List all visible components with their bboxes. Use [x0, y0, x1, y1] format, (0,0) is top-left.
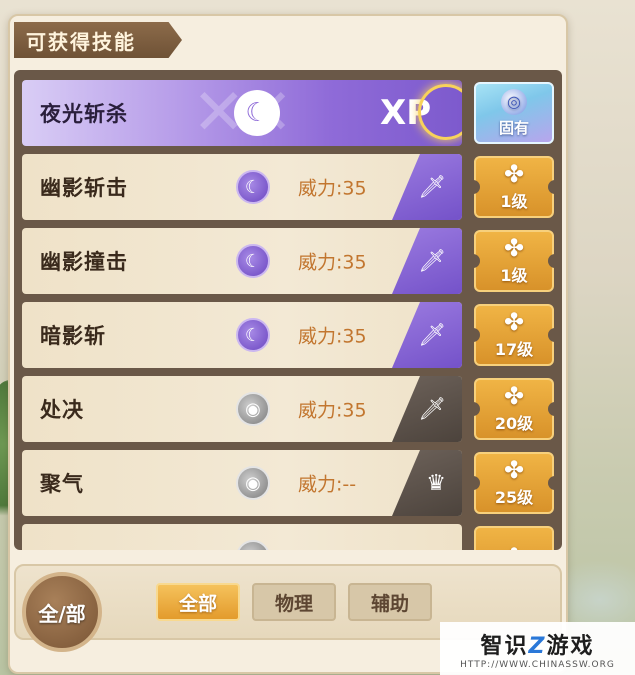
level-label: 1级	[500, 192, 528, 211]
clover-icon: ✤	[503, 456, 525, 484]
neutral-element-icon: ◉	[236, 466, 270, 500]
skill-name: 夜光斩杀	[40, 102, 128, 126]
level-label: 25级	[494, 488, 534, 507]
clover-icon: ✤	[504, 545, 524, 550]
innate-badge: ◎ 固有	[474, 82, 554, 144]
skill-name: 暗影斩	[40, 324, 106, 348]
moon-element-icon: ☾	[236, 318, 270, 352]
skill-power: 威力:35	[298, 251, 367, 274]
level-badge: ✤ 20级	[472, 378, 556, 440]
skill-power: 威力:35	[298, 399, 367, 422]
watermark-z: Z	[528, 633, 547, 659]
skill-row[interactable]: 幽影斩击 ☾ 威力:35 🗡 ✤ 1级	[22, 154, 556, 220]
skill-power: 威力:35	[298, 177, 367, 200]
panel-title: 可获得技能	[14, 22, 182, 58]
level-badge: ✤ 1级	[472, 230, 556, 292]
level-label: 17级	[494, 340, 534, 359]
moon-element-icon: ☾	[234, 90, 280, 136]
skill-row-partial[interactable]: ◉ ✤	[22, 524, 554, 550]
skill-row-body: 幽影撞击 ☾ 威力:35 🗡	[22, 228, 462, 294]
moon-element-icon: ☾	[236, 244, 270, 278]
all-filter-circle-button[interactable]: 全/部	[22, 572, 102, 652]
sword-icon: 🗡	[392, 376, 462, 442]
crown-icon: ♛	[392, 450, 462, 516]
tab-support[interactable]: 辅助	[348, 583, 432, 621]
tab-physical[interactable]: 物理	[252, 583, 336, 621]
level-label: 1级	[500, 266, 528, 285]
site-watermark: 智识Z游戏 HTTP://WWW.CHINASSW.ORG	[440, 622, 635, 675]
skill-row-body: 处决 ◉ 威力:35 🗡	[22, 376, 462, 442]
sword-icon: 🗡	[392, 228, 462, 294]
watermark-text-b: 游戏	[546, 633, 595, 659]
skill-name: 聚气	[40, 472, 84, 496]
innate-label: 固有	[498, 118, 529, 137]
watermark-text-a: 智识	[480, 633, 529, 659]
skill-name: 幽影撞击	[40, 250, 128, 274]
skill-row[interactable]: 聚气 ◉ 威力:-- ♛ ✤ 25级	[22, 450, 556, 516]
skill-row[interactable]: 幽影撞击 ☾ 威力:35 🗡 ✤ 1级	[22, 228, 556, 294]
level-label: 20级	[494, 414, 534, 433]
neutral-element-icon: ◉	[236, 540, 270, 550]
skill-name: 处决	[40, 398, 84, 422]
clover-icon: ✤	[503, 234, 525, 262]
clover-icon: ✤	[503, 382, 525, 410]
watermark-url: HTTP://WWW.CHINASSW.ORG	[460, 659, 615, 670]
level-badge: ✤	[474, 526, 554, 550]
skill-row-body: ◉	[22, 524, 462, 550]
level-badge: ✤ 1级	[472, 156, 556, 218]
clover-icon: ✤	[503, 308, 525, 336]
watermark-logo: 智识Z游戏	[481, 628, 595, 660]
clover-icon: ✤	[503, 160, 525, 188]
skill-name: 幽影斩击	[40, 176, 128, 200]
skill-row-body: ✕✕ ☾ 夜光斩杀 XP	[22, 80, 462, 146]
neutral-element-icon: ◉	[236, 392, 270, 426]
level-badge: ✤ 25级	[472, 452, 556, 514]
tab-all[interactable]: 全部	[156, 583, 240, 621]
skill-row[interactable]: 处决 ◉ 威力:35 🗡 ✤ 20级	[22, 376, 556, 442]
skill-row-body: 幽影斩击 ☾ 威力:35 🗡	[22, 154, 462, 220]
skill-row[interactable]: 暗影斩 ☾ 威力:35 🗡 ✤ 17级	[22, 302, 556, 368]
skill-row-body: 聚气 ◉ 威力:-- ♛	[22, 450, 462, 516]
swirl-icon: ◎	[501, 88, 527, 115]
level-badge: ✤ 17级	[472, 304, 556, 366]
skill-power: 威力:--	[298, 473, 357, 496]
sword-icon: 🗡	[392, 302, 462, 368]
skill-power: 威力:35	[298, 325, 367, 348]
sword-icon: 🗡	[392, 154, 462, 220]
skill-row-selected[interactable]: ✕✕ ☾ 夜光斩杀 XP ◎ 固有	[22, 80, 554, 146]
skill-row-body: 暗影斩 ☾ 威力:35 🗡	[22, 302, 462, 368]
moon-element-icon: ☾	[236, 170, 270, 204]
skill-list[interactable]: ✕✕ ☾ 夜光斩杀 XP ◎ 固有 幽影斩击 ☾ 威力:35 🗡 ✤ 1级 幽影…	[14, 70, 562, 550]
